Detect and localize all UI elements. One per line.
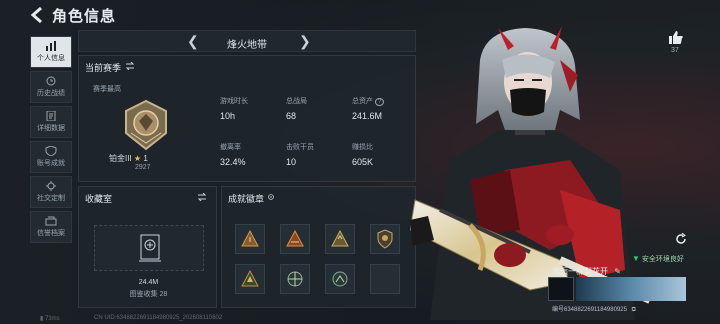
latency-indicator: ▮ 73ms [40, 316, 60, 322]
document-icon [46, 111, 56, 121]
collection-panel[interactable]: 收藏室 24.4M 图鉴收集 28 [78, 186, 217, 308]
history-icon [46, 76, 56, 86]
badge-triangle-4[interactable] [235, 264, 265, 294]
badge-circle[interactable] [325, 264, 355, 294]
crosshair-badge-icon [287, 271, 303, 287]
like-count: 37 [671, 47, 679, 54]
badge-title: 成就徽章 [228, 194, 265, 204]
player-banner [576, 277, 686, 301]
badge-shield[interactable] [370, 224, 400, 254]
signal-icon: ▮ [40, 316, 44, 322]
sidebar: 个人信息 历史战绩 详细数据 账号成就 社交定制 信誉档案 [30, 36, 72, 246]
stat-play-time: 游戏时长 10h [220, 98, 248, 121]
season-panel: 当前赛季 赛季最高 铂金III ★ 1 2927 游戏时长 10h 总战局 68… [78, 55, 416, 182]
sidebar-item-reputation[interactable]: 信誉档案 [30, 211, 72, 243]
bar-chart-icon [46, 41, 56, 51]
avatar[interactable] [548, 277, 574, 301]
badge-crosshair[interactable] [280, 264, 310, 294]
sidebar-item-history[interactable]: 历史战绩 [30, 71, 72, 103]
thumbs-up-icon[interactable] [668, 30, 684, 45]
triangle-badge-icon [331, 229, 349, 247]
sidebar-item-achievements[interactable]: 账号成就 [30, 141, 72, 173]
help-icon[interactable]: ? [374, 98, 385, 106]
stat-extract-rate: 撤离率 32.4% [220, 144, 246, 167]
shield-icon [45, 146, 57, 156]
vault-icon [139, 234, 161, 262]
vault-value: 24.4M [138, 279, 159, 286]
edit-icon[interactable]: ✎ [614, 267, 621, 276]
stat-operators-defeated: 击败干员 10 [286, 144, 314, 167]
gear-icon [46, 181, 56, 191]
collection-title: 收藏室 [85, 194, 113, 204]
credit-icon [45, 216, 57, 226]
gear-icon[interactable] [266, 193, 276, 201]
page-title: 角色信息 [52, 8, 117, 25]
sidebar-item-label: 社交定制 [37, 195, 65, 202]
season-title: 当前赛季 [85, 63, 122, 73]
badge-triangle-1[interactable] [235, 224, 265, 254]
sidebar-item-label: 个人信息 [37, 55, 65, 62]
sidebar-item-label: 历史战绩 [37, 90, 65, 97]
sidebar-item-social[interactable]: 社交定制 [30, 176, 72, 208]
badge-triangle-2[interactable] [280, 224, 310, 254]
sidebar-item-label: 信誉档案 [37, 230, 65, 237]
triangle-badge-icon [241, 229, 259, 247]
chevron-right-icon[interactable]: ❯ [299, 33, 311, 50]
player-name: 邂逅一株梨花开 ✎ [552, 267, 621, 276]
rank-label: 铂金III ★ 1 [109, 154, 148, 163]
star-icon: ★ [133, 154, 142, 163]
map-selector: ❮ 烽火地带 ❯ [78, 30, 416, 52]
badge-panel: 成就徽章 [221, 186, 416, 308]
sidebar-item-label: 详细数据 [37, 125, 65, 132]
badge-triangle-3[interactable] [325, 224, 355, 254]
sidebar-item-label: 账号成就 [37, 160, 65, 167]
shield-badge-icon [377, 229, 393, 249]
vault-collection-count: 图鉴收集 28 [129, 291, 168, 298]
swap-icon[interactable] [125, 62, 135, 70]
back-arrow-icon[interactable] [30, 6, 44, 24]
triangle-badge-icon [286, 229, 304, 247]
stat-total-matches: 总战局 68 [286, 98, 307, 121]
player-card[interactable]: 邂逅一株梨花开 ✎ 编号6348822691184980925 ⧉ [548, 262, 688, 313]
vault-display [94, 225, 204, 271]
badge-empty-slot[interactable] [370, 264, 400, 294]
stat-total-assets: 总资产 ? 241.6M [352, 96, 412, 121]
platinum-rank-medal-icon [125, 99, 167, 151]
copy-icon[interactable]: ⧉ [632, 307, 636, 313]
circle-badge-icon [332, 271, 348, 287]
refresh-icon[interactable] [675, 233, 687, 245]
season-best-label: 赛季最高 [93, 86, 121, 93]
stat-profit-loss: 赚损比 605K [352, 144, 374, 167]
swap-icon[interactable] [197, 193, 207, 201]
rank-score: 2927 [135, 164, 151, 171]
footer-uid: CN UID:6348822691184980925_202608110602 [94, 315, 223, 321]
triangle-badge-icon [241, 269, 259, 287]
player-uid: 编号6348822691184980925 ⧉ [552, 307, 636, 313]
sidebar-item-profile[interactable]: 个人信息 [30, 36, 72, 68]
sidebar-item-details[interactable]: 详细数据 [30, 106, 72, 138]
map-name: 烽火地带 [227, 40, 267, 51]
